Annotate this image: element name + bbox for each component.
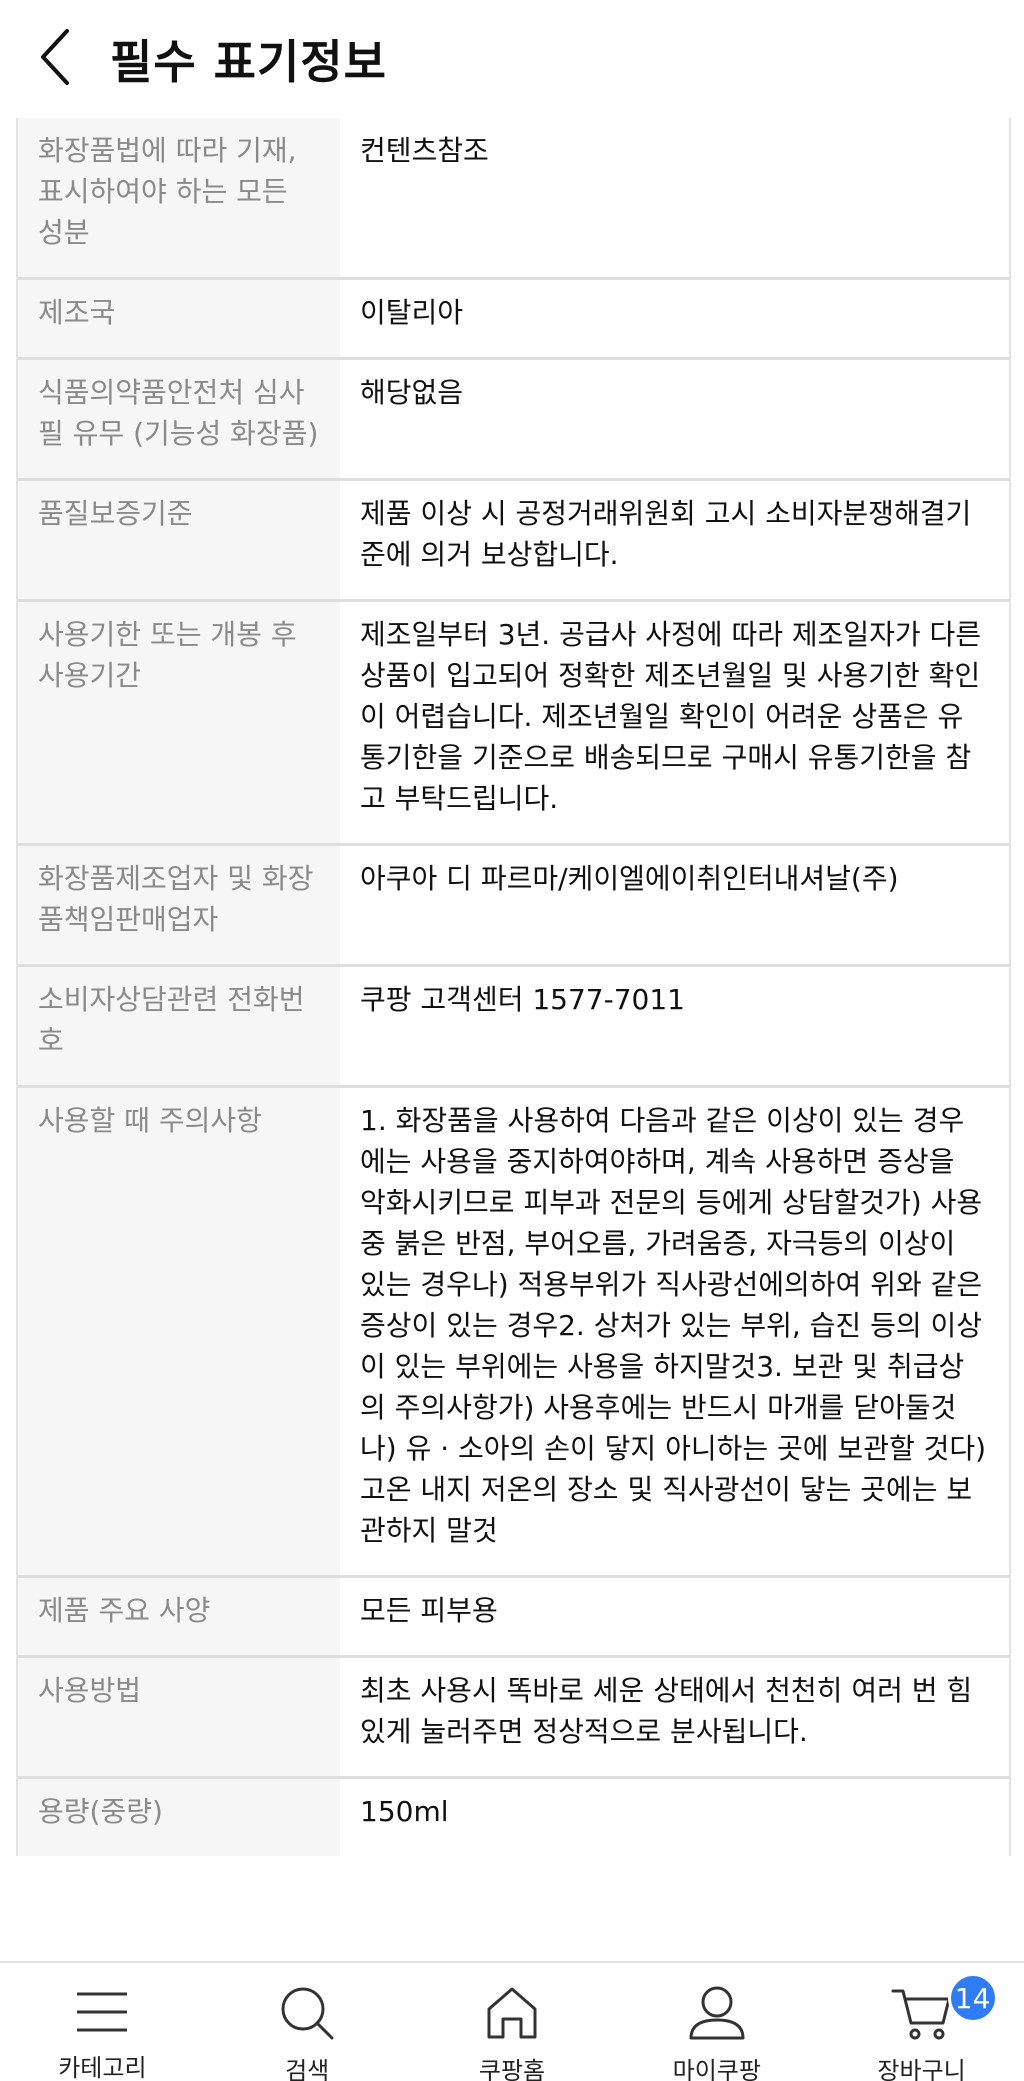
table-row: 제품 주요 사양 모든 피부용 (18, 1578, 1009, 1658)
header: 필수 표기정보 (0, 0, 1024, 118)
nav-home[interactable]: 쿠팡홈 (410, 1963, 614, 2081)
row-label: 사용할 때 주의사항 (18, 1088, 340, 1575)
row-label: 품질보증기준 (18, 481, 340, 599)
row-value: 해당없음 (360, 376, 464, 409)
table-row: 사용할 때 주의사항 1. 화장품을 사용하여 다음과 같은 이상이 있는 경우… (18, 1088, 1009, 1578)
table-row: 용량(중량) 150ml (18, 1779, 1009, 1856)
row-label: 식품의약품안전처 심사필 유무 (기능성 화장품) (18, 360, 340, 478)
table-row: 품질보증기준 제품 이상 시 공정거래위원회 고시 소비자분쟁해결기준에 의거 … (18, 481, 1009, 602)
nav-category[interactable]: 카테고리 (0, 1963, 204, 2081)
home-icon (485, 1985, 539, 2041)
nav-search[interactable]: 검색 (205, 1963, 409, 2081)
row-value: 150ml (360, 1795, 449, 1828)
info-table: 화장품법에 따라 기재, 표시하여야 하는 모든 성분 컨텐츠참조 제조국 이탈… (16, 118, 1011, 1856)
table-row: 식품의약품안전처 심사필 유무 (기능성 화장품) 해당없음 (18, 360, 1009, 481)
search-icon (279, 1985, 335, 2041)
row-value: 모든 피부용 (360, 1594, 498, 1627)
nav-label: 쿠팡홈 (478, 2057, 546, 2081)
row-label: 소비자상담관련 전화번호 (18, 967, 340, 1085)
table-row: 화장품제조업자 및 화장품책임판매업자 아쿠아 디 파르마/케이엘에이취인터내셔… (18, 846, 1009, 967)
table-row: 화장품법에 따라 기재, 표시하여야 하는 모든 성분 컨텐츠참조 (18, 118, 1009, 280)
bottom-nav: 카테고리 검색 쿠팡홈 마이쿠팡 장바구니 14 (0, 1961, 1024, 2081)
cart-count-badge: 14 (947, 1973, 998, 2023)
row-value: 쿠팡 고객센터 1577-7011 (360, 983, 685, 1016)
row-label: 사용방법 (18, 1658, 340, 1776)
nav-my-coupang[interactable]: 마이쿠팡 (615, 1963, 819, 2081)
nav-label: 장바구니 (877, 2057, 966, 2081)
table-row: 제조국 이탈리아 (18, 280, 1009, 360)
cart-icon (891, 1985, 953, 2041)
row-label: 화장품법에 따라 기재, 표시하여야 하는 모든 성분 (18, 118, 340, 277)
table-row: 사용방법 최초 사용시 똑바로 세운 상태에서 천천히 여러 번 힘있게 눌러주… (18, 1658, 1009, 1779)
chevron-left-icon (37, 27, 73, 91)
row-label: 제품 주요 사양 (18, 1578, 340, 1655)
row-label: 사용기한 또는 개봉 후 사용기간 (18, 602, 340, 843)
row-value: 컨텐츠참조 (360, 134, 489, 167)
row-value: 최초 사용시 똑바로 세운 상태에서 천천히 여러 번 힘있게 눌러주면 정상적… (360, 1674, 973, 1748)
table-row: 사용기한 또는 개봉 후 사용기간 제조일부터 3년. 공급사 사정에 따라 제… (18, 602, 1009, 846)
app-screen: 필수 표기정보 화장품법에 따라 기재, 표시하여야 하는 모든 성분 컨텐츠참… (0, 0, 1024, 2081)
nav-label: 검색 (285, 2057, 330, 2081)
nav-label: 마이쿠팡 (672, 2057, 761, 2081)
row-value: 제품 이상 시 공정거래위원회 고시 소비자분쟁해결기준에 의거 보상합니다. (360, 497, 972, 571)
user-icon (688, 1985, 746, 2041)
menu-icon (75, 1985, 129, 2038)
row-value: 제조일부터 3년. 공급사 사정에 따라 제조일자가 다른 상품이 입고되어 정… (360, 618, 982, 815)
row-label: 화장품제조업자 및 화장품책임판매업자 (18, 846, 340, 964)
table-row: 소비자상담관련 전화번호 쿠팡 고객센터 1577-7011 (18, 967, 1009, 1088)
row-label: 제조국 (18, 280, 340, 357)
page-title: 필수 표기정보 (110, 35, 387, 89)
row-label: 용량(중량) (18, 1779, 340, 1856)
nav-cart[interactable]: 장바구니 14 (820, 1963, 1024, 2081)
row-value: 1. 화장품을 사용하여 다음과 같은 이상이 있는 경우에는 사용을 중지하여… (360, 1104, 987, 1547)
back-button[interactable] (0, 0, 110, 118)
row-value: 이탈리아 (360, 296, 464, 329)
nav-label: 카테고리 (58, 2054, 147, 2081)
row-value: 아쿠아 디 파르마/케이엘에이취인터내셔날(주) (360, 862, 899, 895)
